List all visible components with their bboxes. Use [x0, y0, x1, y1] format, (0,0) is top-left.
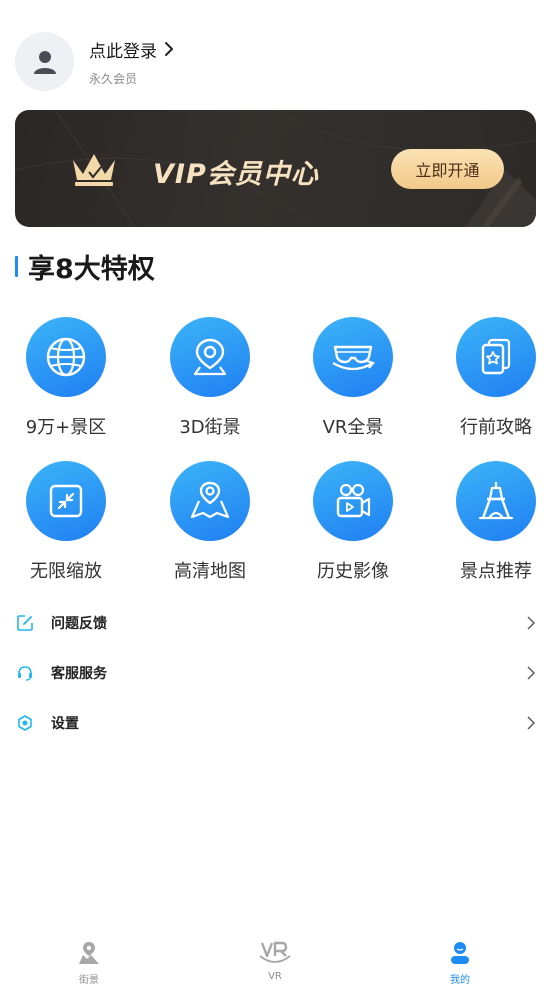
menu-label: 问题反馈 [51, 616, 107, 632]
privileges-heading: 享8大特权 [15, 247, 155, 286]
headset-icon [18, 666, 32, 681]
feature-history-imagery[interactable]: 历史影像 [298, 461, 408, 583]
map-icon [190, 481, 230, 519]
feature-attraction-recommend[interactable]: 景点推荐 [441, 461, 551, 583]
vr-goggles-icon [332, 345, 375, 371]
vip-banner[interactable]: VIP会员中心 立即开通 [15, 110, 536, 227]
nav-label: VR [268, 971, 282, 982]
zoom-icon [49, 484, 83, 518]
login-link[interactable]: 点此登录 [89, 37, 175, 62]
bottom-nav: 街景 VR 我的 [0, 930, 553, 986]
privileges-title: 享8大特权 [28, 254, 155, 285]
feature-label: 3D街景 [179, 417, 241, 438]
feature-scenic-areas[interactable]: 9万+景区 [11, 317, 121, 439]
feature-label: 历史影像 [317, 561, 389, 582]
chevron-right-icon [527, 616, 535, 630]
chevron-right-icon [527, 666, 535, 680]
feature-hd-map[interactable]: 高清地图 [155, 461, 265, 583]
feature-unlimited-zoom[interactable]: 无限缩放 [11, 461, 121, 583]
menu-label: 客服服务 [51, 666, 107, 682]
feedback-icon [17, 615, 33, 631]
nav-tab-vr[interactable]: VR [225, 930, 325, 982]
nav-tab-streetview[interactable]: 街景 [39, 930, 139, 986]
guide-cards-icon [481, 338, 511, 375]
feature-label: 高清地图 [174, 561, 246, 582]
menu-label: 设置 [51, 716, 79, 732]
member-status: 永久会员 [89, 71, 138, 86]
settings-icon [18, 715, 32, 731]
chevron-right-icon [165, 42, 173, 56]
menu-item-settings[interactable]: 设置 [0, 703, 553, 743]
login-text[interactable]: 点此登录 [89, 37, 157, 62]
feature-label: VR全景 [322, 417, 384, 438]
nav-tab-mine[interactable]: 我的 [410, 930, 510, 986]
section-accent-bar [15, 256, 18, 277]
avatar[interactable] [15, 32, 74, 91]
location-pin-icon [193, 338, 227, 376]
video-camera-icon [336, 483, 371, 518]
profile-icon [451, 942, 469, 964]
vip-title: VIP会员中心 [153, 159, 319, 190]
feature-label: 无限缩放 [30, 561, 102, 582]
profile-header[interactable]: 点此登录 永久会员 [15, 32, 175, 91]
feature-vr-panorama[interactable]: VR全景 [298, 317, 408, 439]
feature-3d-streetview[interactable]: 3D街景 [155, 317, 265, 439]
menu-item-customer-service[interactable]: 客服服务 [0, 653, 553, 693]
chevron-right-icon [527, 716, 535, 730]
feature-label: 行前攻略 [460, 417, 532, 438]
feature-label: 9万+景区 [25, 417, 107, 438]
user-placeholder-icon [33, 50, 56, 74]
feature-label: 景点推荐 [460, 561, 532, 582]
tower-icon [478, 482, 514, 520]
vip-open-button[interactable]: 立即开通 [391, 149, 504, 189]
feature-travel-guide[interactable]: 行前攻略 [441, 317, 551, 439]
menu-item-feedback[interactable]: 问题反馈 [0, 603, 553, 643]
vr-icon [259, 941, 291, 963]
crown-icon [73, 154, 115, 186]
globe-icon [46, 337, 86, 377]
streetview-icon [79, 942, 99, 964]
